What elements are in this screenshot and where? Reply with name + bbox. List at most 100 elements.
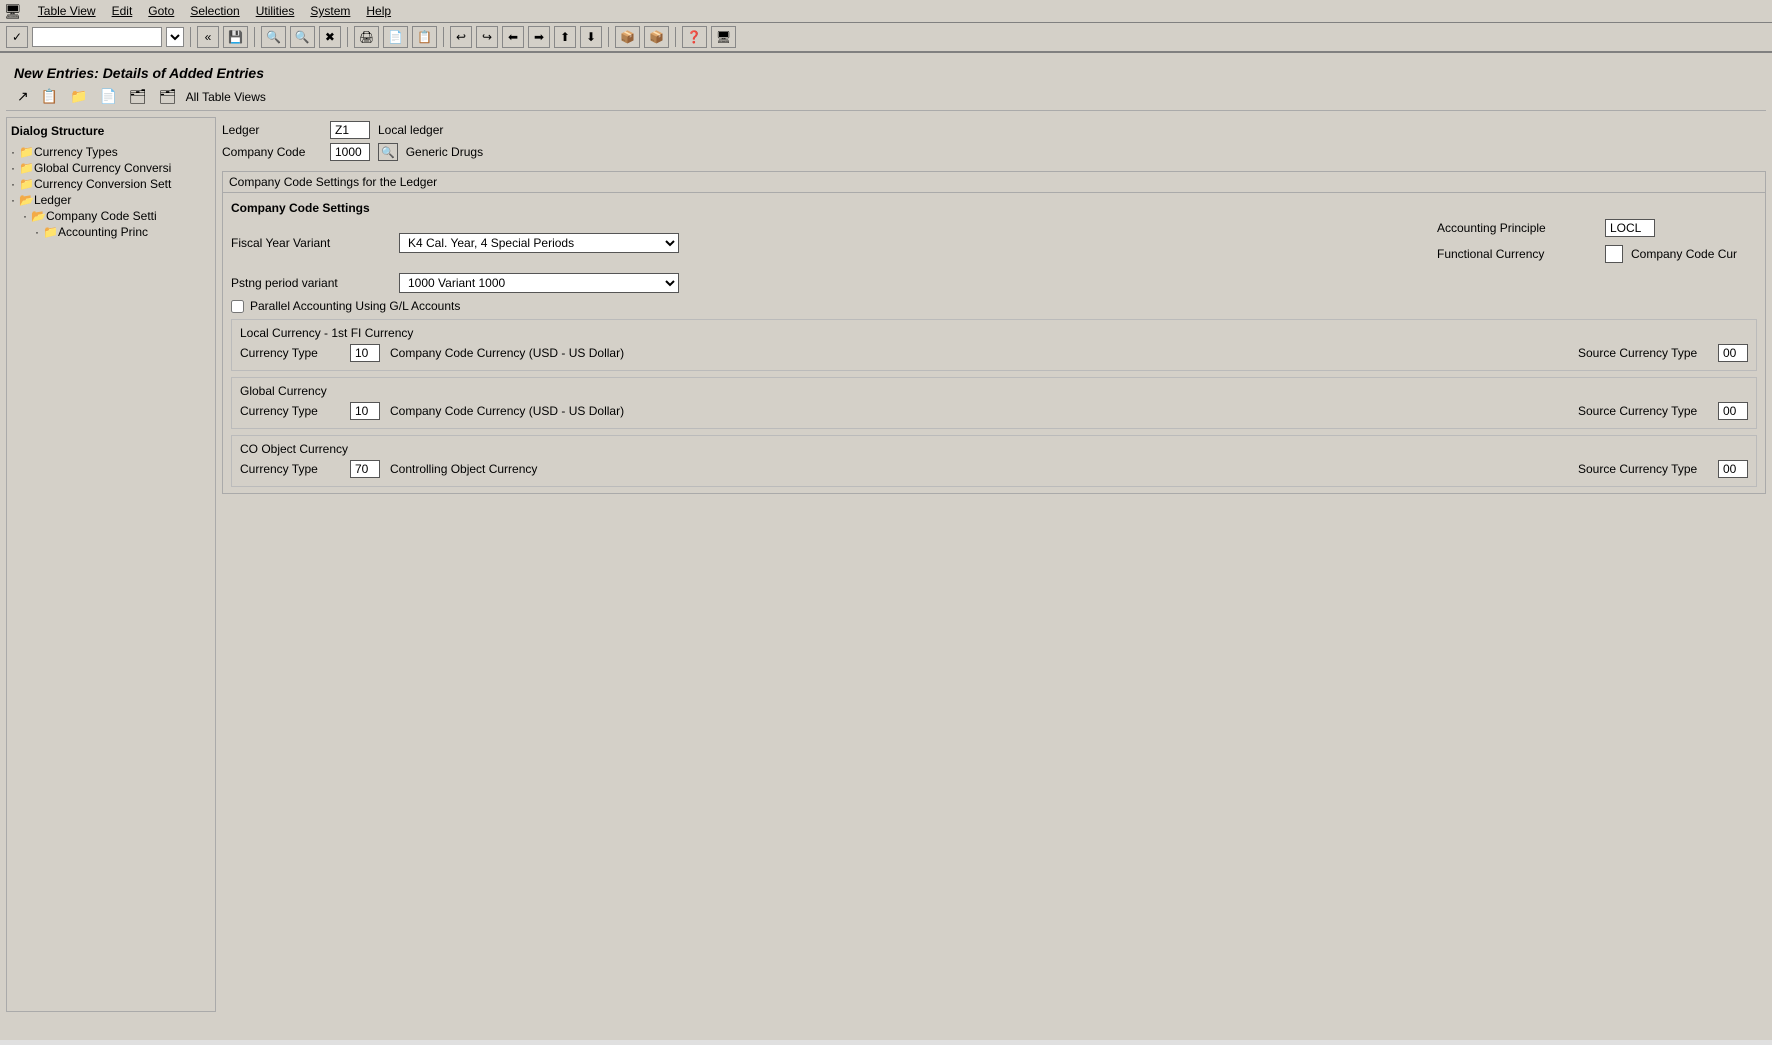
nav1-button[interactable]: ↩ <box>450 26 472 48</box>
section-title: Company Code Settings for the Ledger <box>223 172 1765 193</box>
local-source-label: Source Currency Type <box>1578 346 1708 360</box>
folder-icon-2: 📁 <box>19 161 34 175</box>
page-toolbar-icon6[interactable]: 🗂 <box>156 87 180 106</box>
parallel-accounting-checkbox[interactable] <box>231 300 244 313</box>
bullet-icon-3: · <box>11 177 15 191</box>
save-button[interactable]: 💾 <box>223 26 248 48</box>
bullet-icon-6: · <box>35 225 39 239</box>
page-toolbar-icon4[interactable]: 📄 <box>97 87 120 106</box>
nav2-button[interactable]: ↪ <box>476 26 498 48</box>
command-input[interactable] <box>32 27 162 47</box>
find-button[interactable]: 🔍 <box>261 26 286 48</box>
body-layout: Dialog Structure · 📁 Currency Types · 📁 … <box>6 117 1766 1012</box>
folder-icon-3: 📁 <box>19 177 34 191</box>
co-currency-title: CO Object Currency <box>240 440 1748 460</box>
parallel-accounting-label: Parallel Accounting Using G/L Accounts <box>250 299 460 313</box>
page-toolbar-icon5[interactable]: 🗂 <box>126 87 150 106</box>
nav4-button[interactable]: ➡ <box>528 26 550 48</box>
ledger-description: Local ledger <box>378 123 443 137</box>
doc1-button[interactable]: 📄 <box>383 26 408 48</box>
sidebar-item-accounting[interactable]: · 📁 Accounting Princ <box>11 224 211 240</box>
global-source-value-input[interactable] <box>1718 402 1748 420</box>
page-toolbar-icon2[interactable]: 📋 <box>38 87 61 106</box>
co-currency-section: CO Object Currency Currency Type Control… <box>231 435 1757 487</box>
toolbar-sep-4 <box>443 27 444 47</box>
company-value-input[interactable] <box>330 143 370 161</box>
menu-goto[interactable]: Goto <box>140 2 182 20</box>
pkg1-button[interactable]: 📦 <box>615 26 640 48</box>
monitor-button[interactable]: 🖥 <box>711 26 736 48</box>
page-toolbar-label: All Table Views <box>186 90 266 104</box>
fc-label: Functional Currency <box>1437 247 1597 261</box>
local-source-value-input[interactable] <box>1718 344 1748 362</box>
cancel-button[interactable]: ✖ <box>319 26 341 48</box>
page-toolbar-icon3[interactable]: 📁 <box>67 87 90 106</box>
sidebar-item-ledger[interactable]: · 📂 Ledger <box>11 192 211 208</box>
local-currency-section: Local Currency - 1st FI Currency Currenc… <box>231 319 1757 371</box>
main-content: New Entries: Details of Added Entries ↗ … <box>0 53 1772 1040</box>
folder-icon-5: 📂 <box>31 209 46 223</box>
global-source-label: Source Currency Type <box>1578 404 1708 418</box>
section-content: Company Code Settings Fiscal Year Varian… <box>223 193 1765 493</box>
back-button[interactable]: « <box>197 26 219 48</box>
fiscal-year-select[interactable]: K4 Cal. Year, 4 Special Periods <box>399 233 679 253</box>
sidebar-item-currency-conversion[interactable]: · 📁 Currency Conversion Sett <box>11 176 211 192</box>
nav3-button[interactable]: ⬅ <box>502 26 524 48</box>
ap-value-input[interactable] <box>1605 219 1655 237</box>
co-currency-row: Currency Type Controlling Object Currenc… <box>240 460 1748 478</box>
checkmark-button[interactable]: ✓ <box>6 26 28 48</box>
sidebar-item-currency-types[interactable]: · 📁 Currency Types <box>11 144 211 160</box>
page-header: New Entries: Details of Added Entries ↗ … <box>6 59 1766 111</box>
ledger-value-input[interactable] <box>330 121 370 139</box>
main-section-box: Company Code Settings for the Ledger Com… <box>222 171 1766 494</box>
sidebar-item-global-currency[interactable]: · 📁 Global Currency Conversi <box>11 160 211 176</box>
posting-period-row: Pstng period variant 1000 Variant 1000 <box>231 273 1757 293</box>
toolbar: ✓ ▼ « 💾 🔍 🔍 ✖ 🖨 📄 📋 ↩ ↪ ⬅ ➡ ⬆ ⬇ 📦 📦 ❓ 🖥 <box>0 23 1772 53</box>
command-dropdown[interactable]: ▼ <box>166 27 184 47</box>
co-currency-desc: Controlling Object Currency <box>390 462 1568 476</box>
doc2-button[interactable]: 📋 <box>412 26 437 48</box>
ledger-label: Ledger <box>222 123 322 137</box>
bullet-icon-5: · <box>23 209 27 223</box>
sidebar-title: Dialog Structure <box>11 124 211 138</box>
menu-system[interactable]: System <box>302 2 358 20</box>
local-currency-type-input[interactable] <box>350 344 380 362</box>
nav6-button[interactable]: ⬇ <box>580 26 602 48</box>
help-button[interactable]: ❓ <box>682 26 707 48</box>
company-label: Company Code <box>222 145 322 159</box>
global-currency-type-label: Currency Type <box>240 404 340 418</box>
company-row: Company Code 🔍 Generic Drugs <box>222 143 1766 161</box>
nav5-button[interactable]: ⬆ <box>554 26 576 48</box>
toolbar-sep-2 <box>254 27 255 47</box>
local-currency-type-label: Currency Type <box>240 346 340 360</box>
bullet-icon-4: · <box>11 193 15 207</box>
page-toolbar-icon1[interactable]: ↗ <box>14 87 32 106</box>
menu-help[interactable]: Help <box>358 2 399 20</box>
page-title: New Entries: Details of Added Entries <box>14 65 1758 81</box>
parallel-accounting-row: Parallel Accounting Using G/L Accounts <box>231 299 1757 313</box>
fc-checkbox-input[interactable] <box>1605 245 1623 263</box>
posting-period-select[interactable]: 1000 Variant 1000 <box>399 273 679 293</box>
fiscal-year-row: Fiscal Year Variant K4 Cal. Year, 4 Spec… <box>231 219 1757 267</box>
co-currency-type-label: Currency Type <box>240 462 340 476</box>
sidebar-item-company-code[interactable]: · 📂 Company Code Setti <box>11 208 211 224</box>
menu-tableview[interactable]: Table View <box>30 2 104 20</box>
local-currency-title: Local Currency - 1st FI Currency <box>240 324 1748 344</box>
folder-icon-6: 📁 <box>43 225 58 239</box>
page-toolbar: ↗ 📋 📁 📄 🗂 🗂 All Table Views <box>14 87 1758 106</box>
co-currency-type-input[interactable] <box>350 460 380 478</box>
global-currency-desc: Company Code Currency (USD - US Dollar) <box>390 404 1568 418</box>
menu-edit[interactable]: Edit <box>104 2 141 20</box>
find2-button[interactable]: 🔍 <box>290 26 315 48</box>
company-search-button[interactable]: 🔍 <box>378 143 398 161</box>
co-source-value-input[interactable] <box>1718 460 1748 478</box>
global-currency-section: Global Currency Currency Type Company Co… <box>231 377 1757 429</box>
menu-selection[interactable]: Selection <box>182 2 247 20</box>
menu-utilities[interactable]: Utilities <box>248 2 303 20</box>
co-source-label: Source Currency Type <box>1578 462 1708 476</box>
global-currency-row: Currency Type Company Code Currency (USD… <box>240 402 1748 420</box>
ap-label: Accounting Principle <box>1437 221 1597 235</box>
print-button[interactable]: 🖨 <box>354 26 379 48</box>
pkg2-button[interactable]: 📦 <box>644 26 669 48</box>
global-currency-type-input[interactable] <box>350 402 380 420</box>
